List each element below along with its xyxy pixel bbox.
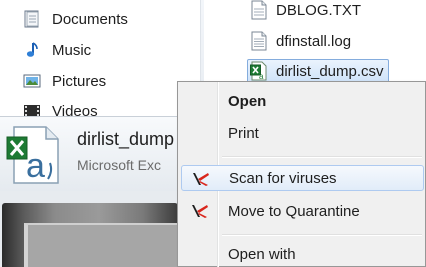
preview-subtitle: Microsoft Exc <box>77 157 162 173</box>
quarantine-icon <box>191 203 209 219</box>
menu-item-scan-for-viruses[interactable]: Scan for viruses <box>181 165 424 191</box>
documents-icon <box>22 10 42 28</box>
excel-document-icon: a <box>6 125 60 185</box>
nav-item-label: Music <box>52 41 92 59</box>
taskbar-thumbnail-preview[interactable]: a dirlist_dump Microsoft Exc <box>0 116 180 267</box>
preview-title: dirlist_dump <box>77 129 175 149</box>
svg-text:a: a <box>26 147 45 185</box>
excel-csv-icon: a <box>250 60 268 82</box>
context-menu: Open Print Scan for viruses Move to Quar… <box>177 81 426 267</box>
menu-item-label: Open with <box>228 245 296 263</box>
menu-separator <box>222 234 422 236</box>
file-name: dirlist_dump.csv <box>276 62 384 80</box>
antivirus-scan-icon <box>192 171 210 187</box>
menu-item-label: Print <box>228 124 259 142</box>
nav-item-pictures[interactable]: Pictures <box>22 68 106 94</box>
preview-header: a dirlist_dump Microsoft Exc <box>0 117 180 191</box>
menu-item-open-with[interactable]: Open with <box>181 241 424 267</box>
nav-item-music[interactable]: Music <box>22 37 91 63</box>
nav-item-label: Pictures <box>52 72 107 90</box>
preview-window-thumbnail[interactable] <box>2 203 178 267</box>
file-item[interactable]: DBLOG.TXT <box>250 0 361 22</box>
menu-item-label: Move to Quarantine <box>228 202 360 220</box>
menu-item-label: Open <box>228 92 267 110</box>
file-item[interactable]: dfinstall.log <box>250 29 351 53</box>
music-icon <box>22 41 42 59</box>
file-name: DBLOG.TXT <box>276 1 362 19</box>
nav-item-documents[interactable]: Documents <box>22 6 128 32</box>
file-name: dfinstall.log <box>276 32 352 50</box>
nav-item-label: Documents <box>52 10 128 28</box>
menu-item-label: Scan for viruses <box>229 169 337 187</box>
file-item-selected[interactable]: a dirlist_dump.csv <box>247 59 389 83</box>
navigation-pane: Documents Music Pictures Videos <box>0 0 200 120</box>
menu-separator <box>222 156 422 158</box>
pictures-icon <box>22 72 42 90</box>
menu-item-print[interactable]: Print <box>181 120 424 146</box>
text-file-icon <box>250 0 268 21</box>
menu-item-move-to-quarantine[interactable]: Move to Quarantine <box>181 198 424 224</box>
log-file-icon <box>250 30 268 52</box>
menu-item-open[interactable]: Open <box>181 88 424 114</box>
svg-text:a: a <box>259 72 264 81</box>
